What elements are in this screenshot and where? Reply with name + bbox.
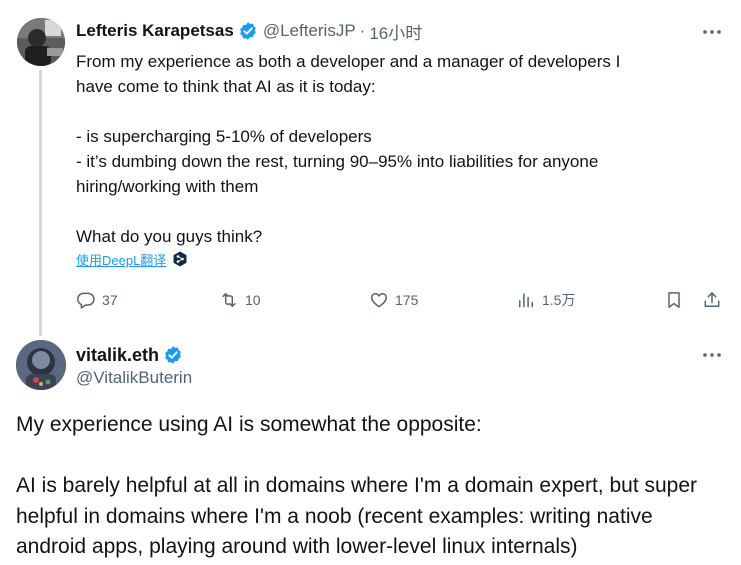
views-count: 1.5万 — [542, 292, 576, 308]
deepl-icon — [172, 251, 188, 267]
author-name[interactable]: Lefteris Karapetsas — [76, 21, 234, 41]
translate-link[interactable]: 使用DeepL翻译 — [76, 249, 188, 269]
verified-badge-icon — [238, 21, 258, 41]
tweet-timestamp[interactable]: 16小时 — [369, 19, 422, 44]
avatar-lefteris-image — [17, 18, 65, 66]
tweet-header: vitalik.eth — [76, 343, 183, 367]
tweet-text-gap — [76, 99, 716, 124]
like-button[interactable]: 175 — [369, 288, 418, 312]
tweet-text-line: My experience using AI is somewhat the o… — [16, 413, 482, 436]
tweet-text: My experience using AI is somewhat the o… — [16, 410, 731, 563]
tweet-text-line: android apps, playing around with lower-… — [16, 535, 578, 558]
reply-button[interactable]: 37 — [76, 288, 118, 312]
tweet-text-line: - it’s dumbing down the rest, turning 90… — [76, 152, 599, 171]
like-count: 175 — [395, 292, 419, 308]
tweet-text-line: What do you guys think? — [76, 227, 263, 246]
bookmark-icon — [668, 292, 680, 308]
bookmark-button[interactable] — [664, 288, 690, 312]
translate-label[interactable]: 使用DeepL翻译 — [76, 250, 166, 269]
views-button[interactable]: 1.5万 — [516, 288, 575, 312]
avatar-vitalik[interactable] — [16, 340, 66, 390]
views-icon — [519, 293, 533, 308]
retweet-button[interactable]: 10 — [219, 288, 261, 312]
verified-badge-icon — [163, 345, 183, 365]
tweet-lefteris[interactable]: Lefteris Karapetsas @LefterisJP · 16小时 F… — [0, 0, 741, 336]
author-name[interactable]: vitalik.eth — [76, 345, 159, 366]
thread-connector-line — [39, 70, 42, 336]
heart-icon — [370, 293, 388, 308]
tweet-text-line: From my experience as both a developer a… — [76, 52, 621, 71]
tweet-actions: 37 10 175 1.5万 — [76, 288, 722, 312]
author-handle[interactable]: @LefterisJP — [263, 21, 356, 41]
more-icon[interactable] — [700, 20, 724, 44]
share-button[interactable] — [702, 288, 728, 312]
tweet-text-line: hiring/working with them — [76, 177, 259, 196]
tweet-text-line: have come to think that AI as it is toda… — [76, 77, 376, 96]
avatar-vitalik-image — [16, 340, 66, 390]
tweet-text: From my experience as both a developer a… — [76, 49, 716, 249]
reply-count: 37 — [102, 292, 118, 308]
tweet-text-gap — [76, 199, 716, 224]
separator-dot: · — [359, 21, 366, 40]
share-icon — [704, 292, 720, 307]
tweet-text-line: helpful in domains where I'm a noob (rec… — [16, 504, 653, 528]
author-handle[interactable]: @VitalikButerin — [76, 368, 192, 388]
tweet-header: Lefteris Karapetsas @LefterisJP · 16小时 — [76, 19, 422, 43]
retweet-count: 10 — [245, 292, 261, 308]
tweet-text-line: AI is barely helpful at all in domains w… — [16, 474, 698, 497]
tweet-text-line: - is supercharging 5-10% of developers — [76, 127, 372, 146]
reply-icon — [76, 292, 95, 309]
avatar-lefteris[interactable] — [17, 18, 65, 66]
more-icon[interactable] — [700, 343, 724, 367]
tweet-text-gap — [16, 441, 731, 472]
retweet-icon — [222, 293, 236, 307]
